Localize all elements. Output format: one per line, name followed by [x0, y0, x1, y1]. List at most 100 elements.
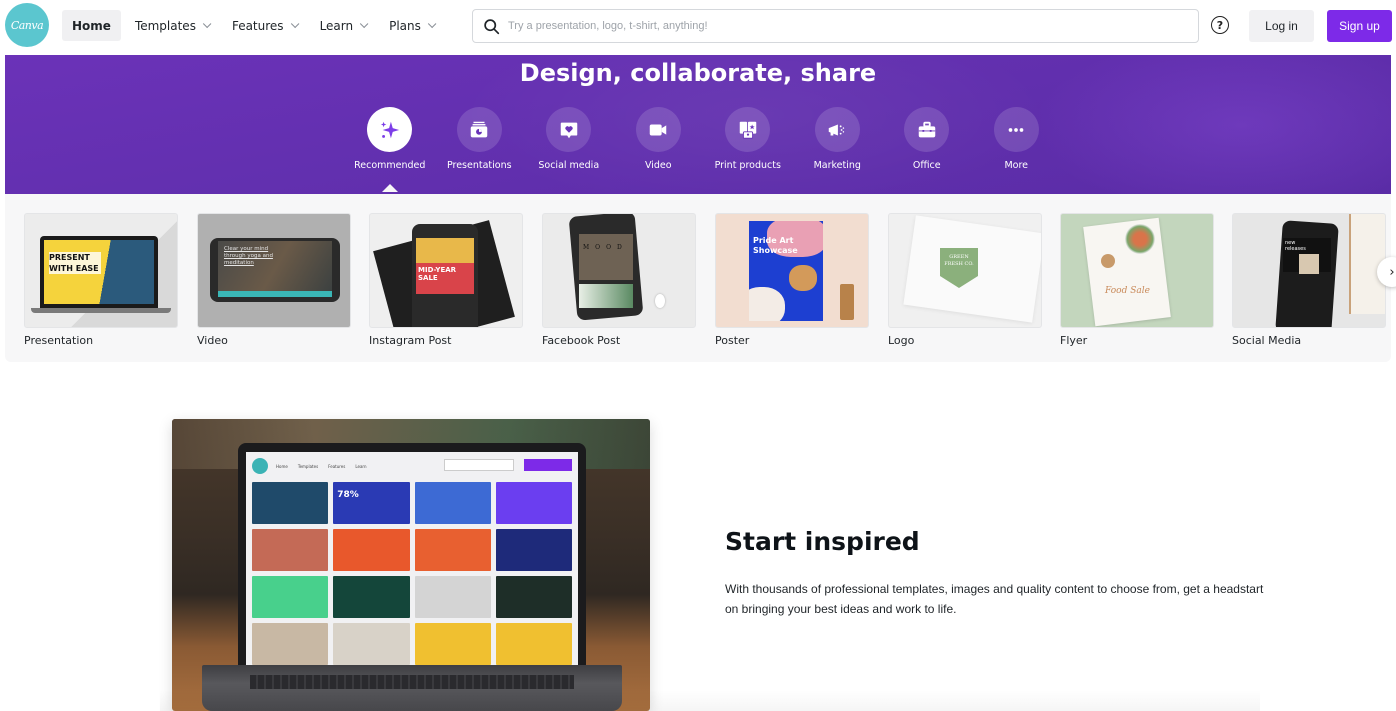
laptop-screen-content: Home Templates Features Learn 78%	[246, 452, 578, 665]
mini-tile: 78%	[333, 482, 410, 524]
mini-cta	[524, 459, 572, 471]
category-office[interactable]: Office	[882, 107, 972, 171]
category-icon-circle	[367, 107, 413, 152]
canva-logo[interactable]: Canva	[5, 3, 49, 47]
search-input[interactable]	[508, 20, 1198, 32]
category-video[interactable]: Video	[614, 107, 704, 171]
nav-plans-label: Plans	[389, 18, 421, 33]
mini-nav-item: Features	[328, 463, 346, 469]
mini-tile	[414, 576, 491, 618]
category-label: Video	[644, 160, 672, 171]
section-shadow	[160, 690, 1260, 711]
design-type-logo[interactable]: GREEN FRESH CO. Logo	[888, 213, 1042, 347]
mini-tile	[252, 529, 329, 571]
category-social-media[interactable]: Social media	[524, 107, 614, 171]
category-more[interactable]: More	[972, 107, 1062, 171]
mini-tile	[495, 576, 572, 618]
category-icon-circle	[546, 107, 592, 152]
design-type-label: Poster	[715, 334, 750, 347]
poster-thumbnail: Pride Art Showcase	[715, 213, 869, 328]
design-type-label: Logo	[888, 334, 915, 347]
heart-chat-icon	[560, 122, 577, 138]
search-icon	[484, 18, 500, 34]
mini-nav-item: Templates	[297, 463, 319, 469]
design-type-label: Social Media	[1232, 334, 1302, 347]
category-icon-circle	[814, 107, 860, 152]
mini-search	[444, 459, 514, 471]
mini-tile	[414, 482, 491, 524]
mini-tile	[333, 623, 410, 665]
question-circle-icon[interactable]: ?	[1211, 16, 1229, 34]
signup-button[interactable]: Sign up	[1327, 10, 1392, 42]
category-marketing[interactable]: Marketing	[793, 107, 883, 171]
category-icon-circle	[725, 107, 771, 152]
mini-tile	[414, 529, 491, 571]
mini-tile	[495, 482, 572, 524]
design-type-label: Video	[197, 334, 228, 347]
chevron-down-icon	[290, 19, 299, 28]
nav-templates[interactable]: Templates	[125, 10, 218, 41]
nav-features-label: Features	[231, 18, 284, 33]
nav-plans[interactable]: Plans	[379, 10, 443, 41]
video-camera-icon	[650, 124, 667, 135]
category-recommended[interactable]: Recommended	[345, 107, 435, 192]
main-nav: Home Templates Features Learn Plans	[62, 10, 447, 41]
logo-thumbnail: GREEN FRESH CO.	[888, 213, 1042, 328]
design-types-carousel: PRESENT WITH EASE Presentation Clear you…	[5, 194, 1391, 362]
thumb-text: new releases	[1285, 240, 1306, 252]
nav-features[interactable]: Features	[222, 10, 306, 41]
design-type-poster[interactable]: Pride Art Showcase Poster	[715, 213, 869, 347]
category-presentations[interactable]: Presentations	[435, 107, 525, 171]
mini-tile	[414, 623, 491, 665]
thumb-text: Pride Art Showcase	[753, 236, 798, 255]
presentation-icon	[471, 121, 488, 137]
category-print-products[interactable]: Print products	[703, 107, 793, 171]
mini-nav-item: Home	[276, 463, 288, 469]
thumb-text: GREEN FRESH CO.	[944, 254, 974, 267]
category-label: Social media	[538, 160, 600, 171]
feature-description: With thousands of professional templates…	[725, 582, 1264, 616]
design-type-facebook-post[interactable]: MOOD Facebook Post	[542, 213, 696, 347]
thumb-text: Food Sale	[1105, 286, 1150, 296]
facebook-thumbnail: MOOD	[542, 213, 696, 328]
mini-tile	[495, 529, 572, 571]
category-icon-circle	[904, 107, 950, 152]
design-type-flyer[interactable]: Food Sale Flyer	[1060, 213, 1214, 347]
mini-nav-item: Learn	[355, 463, 367, 469]
thumb-text: MOOD	[583, 244, 628, 251]
megaphone-icon	[829, 124, 845, 135]
thumb-text: MID-YEAR SALE	[418, 266, 457, 282]
laptop-screen: Home Templates Features Learn 78%	[238, 443, 586, 665]
mini-tile	[495, 623, 572, 665]
category-label: Presentations	[446, 160, 512, 171]
presentation-thumbnail: PRESENT WITH EASE	[24, 213, 178, 328]
login-button[interactable]: Log in	[1249, 10, 1314, 42]
nav-home[interactable]: Home	[62, 10, 121, 41]
design-type-video[interactable]: Clear your mind through yoga and meditat…	[197, 213, 351, 347]
category-icon-circle	[993, 107, 1039, 152]
sparkle-icon	[380, 121, 399, 138]
mini-tile	[333, 576, 410, 618]
design-type-social-media[interactable]: new releases Social Media	[1232, 213, 1386, 347]
video-thumbnail: Clear your mind through yoga and meditat…	[197, 213, 351, 328]
more-dots-icon	[1008, 127, 1024, 132]
mini-logo	[252, 458, 268, 474]
design-type-label: Flyer	[1060, 334, 1088, 347]
design-type-instagram-post[interactable]: MID-YEAR SALE Instagram Post	[369, 213, 523, 347]
category-icon-circle	[456, 107, 502, 152]
category-icon-circle	[635, 107, 681, 152]
feature-laptop-image: Home Templates Features Learn 78%	[172, 419, 650, 711]
category-tabs: Recommended Presentations Social media V…	[345, 107, 1062, 192]
flyer-thumbnail: Food Sale	[1060, 213, 1214, 328]
thumb-text: Clear your mind through yoga and meditat…	[224, 246, 273, 266]
nav-learn[interactable]: Learn	[310, 10, 376, 41]
instagram-thumbnail: MID-YEAR SALE	[369, 213, 523, 328]
search-bar[interactable]	[472, 9, 1199, 43]
category-label: Print products	[714, 160, 781, 171]
keyboard	[250, 675, 574, 689]
design-type-label: Facebook Post	[542, 334, 621, 347]
mini-nav: Home Templates Features Learn	[252, 458, 572, 474]
design-type-presentation[interactable]: PRESENT WITH EASE Presentation	[24, 213, 178, 347]
category-label: Recommended	[354, 160, 426, 171]
mini-template-grid: 78%	[252, 482, 572, 665]
